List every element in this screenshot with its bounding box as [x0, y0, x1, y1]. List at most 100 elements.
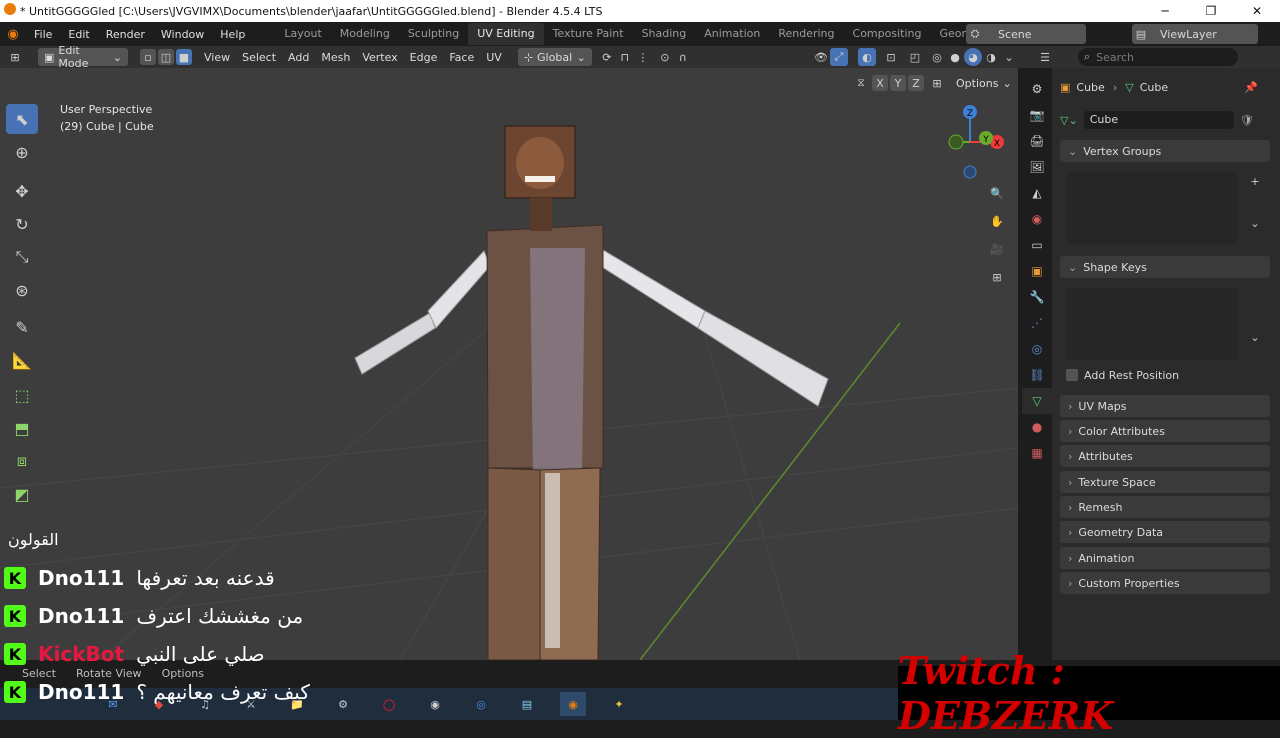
- tab-uv-editing[interactable]: UV Editing: [468, 23, 544, 45]
- mesh-name-field[interactable]: Cube: [1083, 111, 1234, 129]
- particles-props-icon[interactable]: ⋰: [1022, 310, 1052, 336]
- tab-layout[interactable]: Layout: [275, 23, 330, 45]
- scale-tool-icon[interactable]: ⤡: [6, 242, 38, 272]
- view-layer-props-icon[interactable]: 🖼: [1022, 154, 1052, 180]
- add-cube-tool-icon[interactable]: ⬚: [6, 380, 38, 410]
- rendered-shading-icon[interactable]: ◑: [982, 48, 1000, 66]
- chevron-down-icon[interactable]: ⌄: [1246, 214, 1264, 232]
- tab-animation[interactable]: Animation: [695, 23, 769, 45]
- object-props-icon[interactable]: ▣: [1022, 258, 1052, 284]
- chevron-down-icon[interactable]: ⌄: [1246, 328, 1264, 346]
- wireframe-shading-icon[interactable]: ◎: [928, 48, 946, 66]
- auto-merge-icon[interactable]: ⊞: [928, 74, 946, 92]
- editor-type-icon[interactable]: ⊞: [6, 48, 24, 66]
- physics-props-icon[interactable]: ◎: [1022, 336, 1052, 362]
- panel-vertex-groups[interactable]: ⌄ Vertex Groups: [1060, 140, 1270, 162]
- falloff-icon[interactable]: ∩: [674, 48, 692, 66]
- tab-compositing[interactable]: Compositing: [844, 23, 931, 45]
- add-icon[interactable]: +: [1246, 172, 1264, 190]
- panel-animation[interactable]: › Animation: [1060, 547, 1270, 569]
- face-select-icon[interactable]: ■: [176, 49, 192, 65]
- notepad-icon[interactable]: ▤: [514, 692, 540, 716]
- add-rest-position-checkbox[interactable]: [1066, 369, 1078, 381]
- zoom-icon[interactable]: 🔍: [986, 182, 1008, 204]
- menu-help[interactable]: Help: [212, 28, 253, 41]
- fake-user-icon[interactable]: 🛡: [1240, 114, 1254, 127]
- axis-z-toggle[interactable]: Z: [908, 75, 924, 91]
- edge-select-icon[interactable]: ◫: [158, 49, 174, 65]
- transform-tool-icon[interactable]: ⊛: [6, 275, 38, 305]
- pivot-icon[interactable]: ⟳: [598, 48, 616, 66]
- axis-x-toggle[interactable]: X: [872, 75, 888, 91]
- transform-orientation[interactable]: ⊹ Global ⌄: [517, 48, 592, 66]
- menu-uv[interactable]: UV: [480, 48, 508, 66]
- tab-rendering[interactable]: Rendering: [769, 23, 843, 45]
- shading-options-icon[interactable]: ⌄: [1000, 48, 1018, 66]
- maximize-icon[interactable]: ❐: [1188, 0, 1234, 22]
- steam-icon[interactable]: ⚙: [330, 692, 356, 716]
- solid-shading-icon[interactable]: ●: [946, 48, 964, 66]
- panel-texture-space[interactable]: › Texture Space: [1060, 471, 1270, 493]
- inset-tool-icon[interactable]: ⧈: [6, 446, 38, 476]
- visibility-icon[interactable]: 👁: [812, 48, 830, 66]
- panel-geometry-data[interactable]: › Geometry Data: [1060, 521, 1270, 543]
- world-props-icon[interactable]: ◉: [1022, 206, 1052, 232]
- mode-selector[interactable]: ▣ Edit Mode ⌄: [38, 44, 128, 70]
- render-props-icon[interactable]: 📷: [1022, 102, 1052, 128]
- select-box-tool-icon[interactable]: ⬉: [6, 104, 38, 134]
- tab-sculpting[interactable]: Sculpting: [399, 23, 468, 45]
- close-icon[interactable]: ✕: [1234, 0, 1280, 22]
- pin-icon[interactable]: 📌: [1244, 81, 1258, 94]
- mesh-browse-icon[interactable]: ▽⌄: [1060, 114, 1078, 127]
- overlay-toggle-icon[interactable]: ◐: [858, 48, 876, 66]
- menu-render[interactable]: Render: [98, 28, 153, 41]
- tab-shading[interactable]: Shading: [633, 23, 696, 45]
- properties-editor-icon[interactable]: ☰: [1036, 48, 1054, 66]
- panel-color-attributes[interactable]: › Color Attributes: [1060, 420, 1270, 442]
- output-props-icon[interactable]: 🖨: [1022, 128, 1052, 154]
- gizmo-toggle-icon[interactable]: ⤢: [830, 48, 848, 66]
- xray-icon[interactable]: ◰: [906, 48, 924, 66]
- menu-file[interactable]: File: [26, 28, 60, 41]
- options-dropdown[interactable]: Options ⌄: [950, 74, 1018, 92]
- snap-target-icon[interactable]: ⋮: [634, 48, 652, 66]
- menu-select[interactable]: Select: [236, 48, 282, 66]
- shape-keys-list[interactable]: [1066, 288, 1238, 360]
- cursor-tool-icon[interactable]: ⊕: [6, 137, 38, 167]
- camera-view-icon[interactable]: 🎥: [986, 238, 1008, 260]
- tab-texture-paint[interactable]: Texture Paint: [544, 23, 633, 45]
- constraints-props-icon[interactable]: ⛓: [1022, 362, 1052, 388]
- axis-y-toggle[interactable]: Y: [890, 75, 906, 91]
- obs-icon[interactable]: ◉: [422, 692, 448, 716]
- panel-remesh[interactable]: › Remesh: [1060, 496, 1270, 518]
- opera-icon[interactable]: ◯: [376, 692, 402, 716]
- menu-view[interactable]: View: [198, 48, 236, 66]
- menu-face[interactable]: Face: [443, 48, 480, 66]
- menu-add[interactable]: Add: [282, 48, 315, 66]
- pan-hand-icon[interactable]: ✋: [986, 210, 1008, 232]
- data-props-icon[interactable]: ▽: [1022, 388, 1052, 414]
- navigation-gizmo[interactable]: Z X Y: [930, 98, 1018, 188]
- vertex-groups-list[interactable]: [1066, 172, 1238, 244]
- rotate-tool-icon[interactable]: ↻: [6, 209, 38, 239]
- extrude-tool-icon[interactable]: ⬒: [6, 413, 38, 443]
- bevel-tool-icon[interactable]: ◩: [6, 479, 38, 509]
- texture-props-icon[interactable]: ▦: [1022, 440, 1052, 466]
- tool-props-icon[interactable]: ⚙: [1022, 76, 1052, 102]
- panel-custom-properties[interactable]: › Custom Properties: [1060, 572, 1270, 594]
- proportional-edit-icon[interactable]: ⊙: [656, 48, 674, 66]
- tab-modeling[interactable]: Modeling: [331, 23, 399, 45]
- blender-menu-icon[interactable]: ◉: [0, 27, 26, 42]
- chrome-icon[interactable]: ◎: [468, 692, 494, 716]
- mirror-icon[interactable]: ⧖: [852, 74, 870, 92]
- menu-vertex[interactable]: Vertex: [356, 48, 403, 66]
- minimize-icon[interactable]: ─: [1142, 0, 1188, 22]
- mesh-edit-overlay-icon[interactable]: ⊡: [882, 48, 900, 66]
- properties-search[interactable]: ⌕ Search: [1078, 48, 1238, 66]
- measure-tool-icon[interactable]: 📐: [6, 345, 38, 375]
- snap-icon[interactable]: ⊓: [616, 48, 634, 66]
- app-icon[interactable]: ✦: [606, 692, 632, 716]
- modifier-props-icon[interactable]: 🔧: [1022, 284, 1052, 310]
- perspective-grid-icon[interactable]: ⊞: [986, 266, 1008, 288]
- menu-mesh[interactable]: Mesh: [315, 48, 356, 66]
